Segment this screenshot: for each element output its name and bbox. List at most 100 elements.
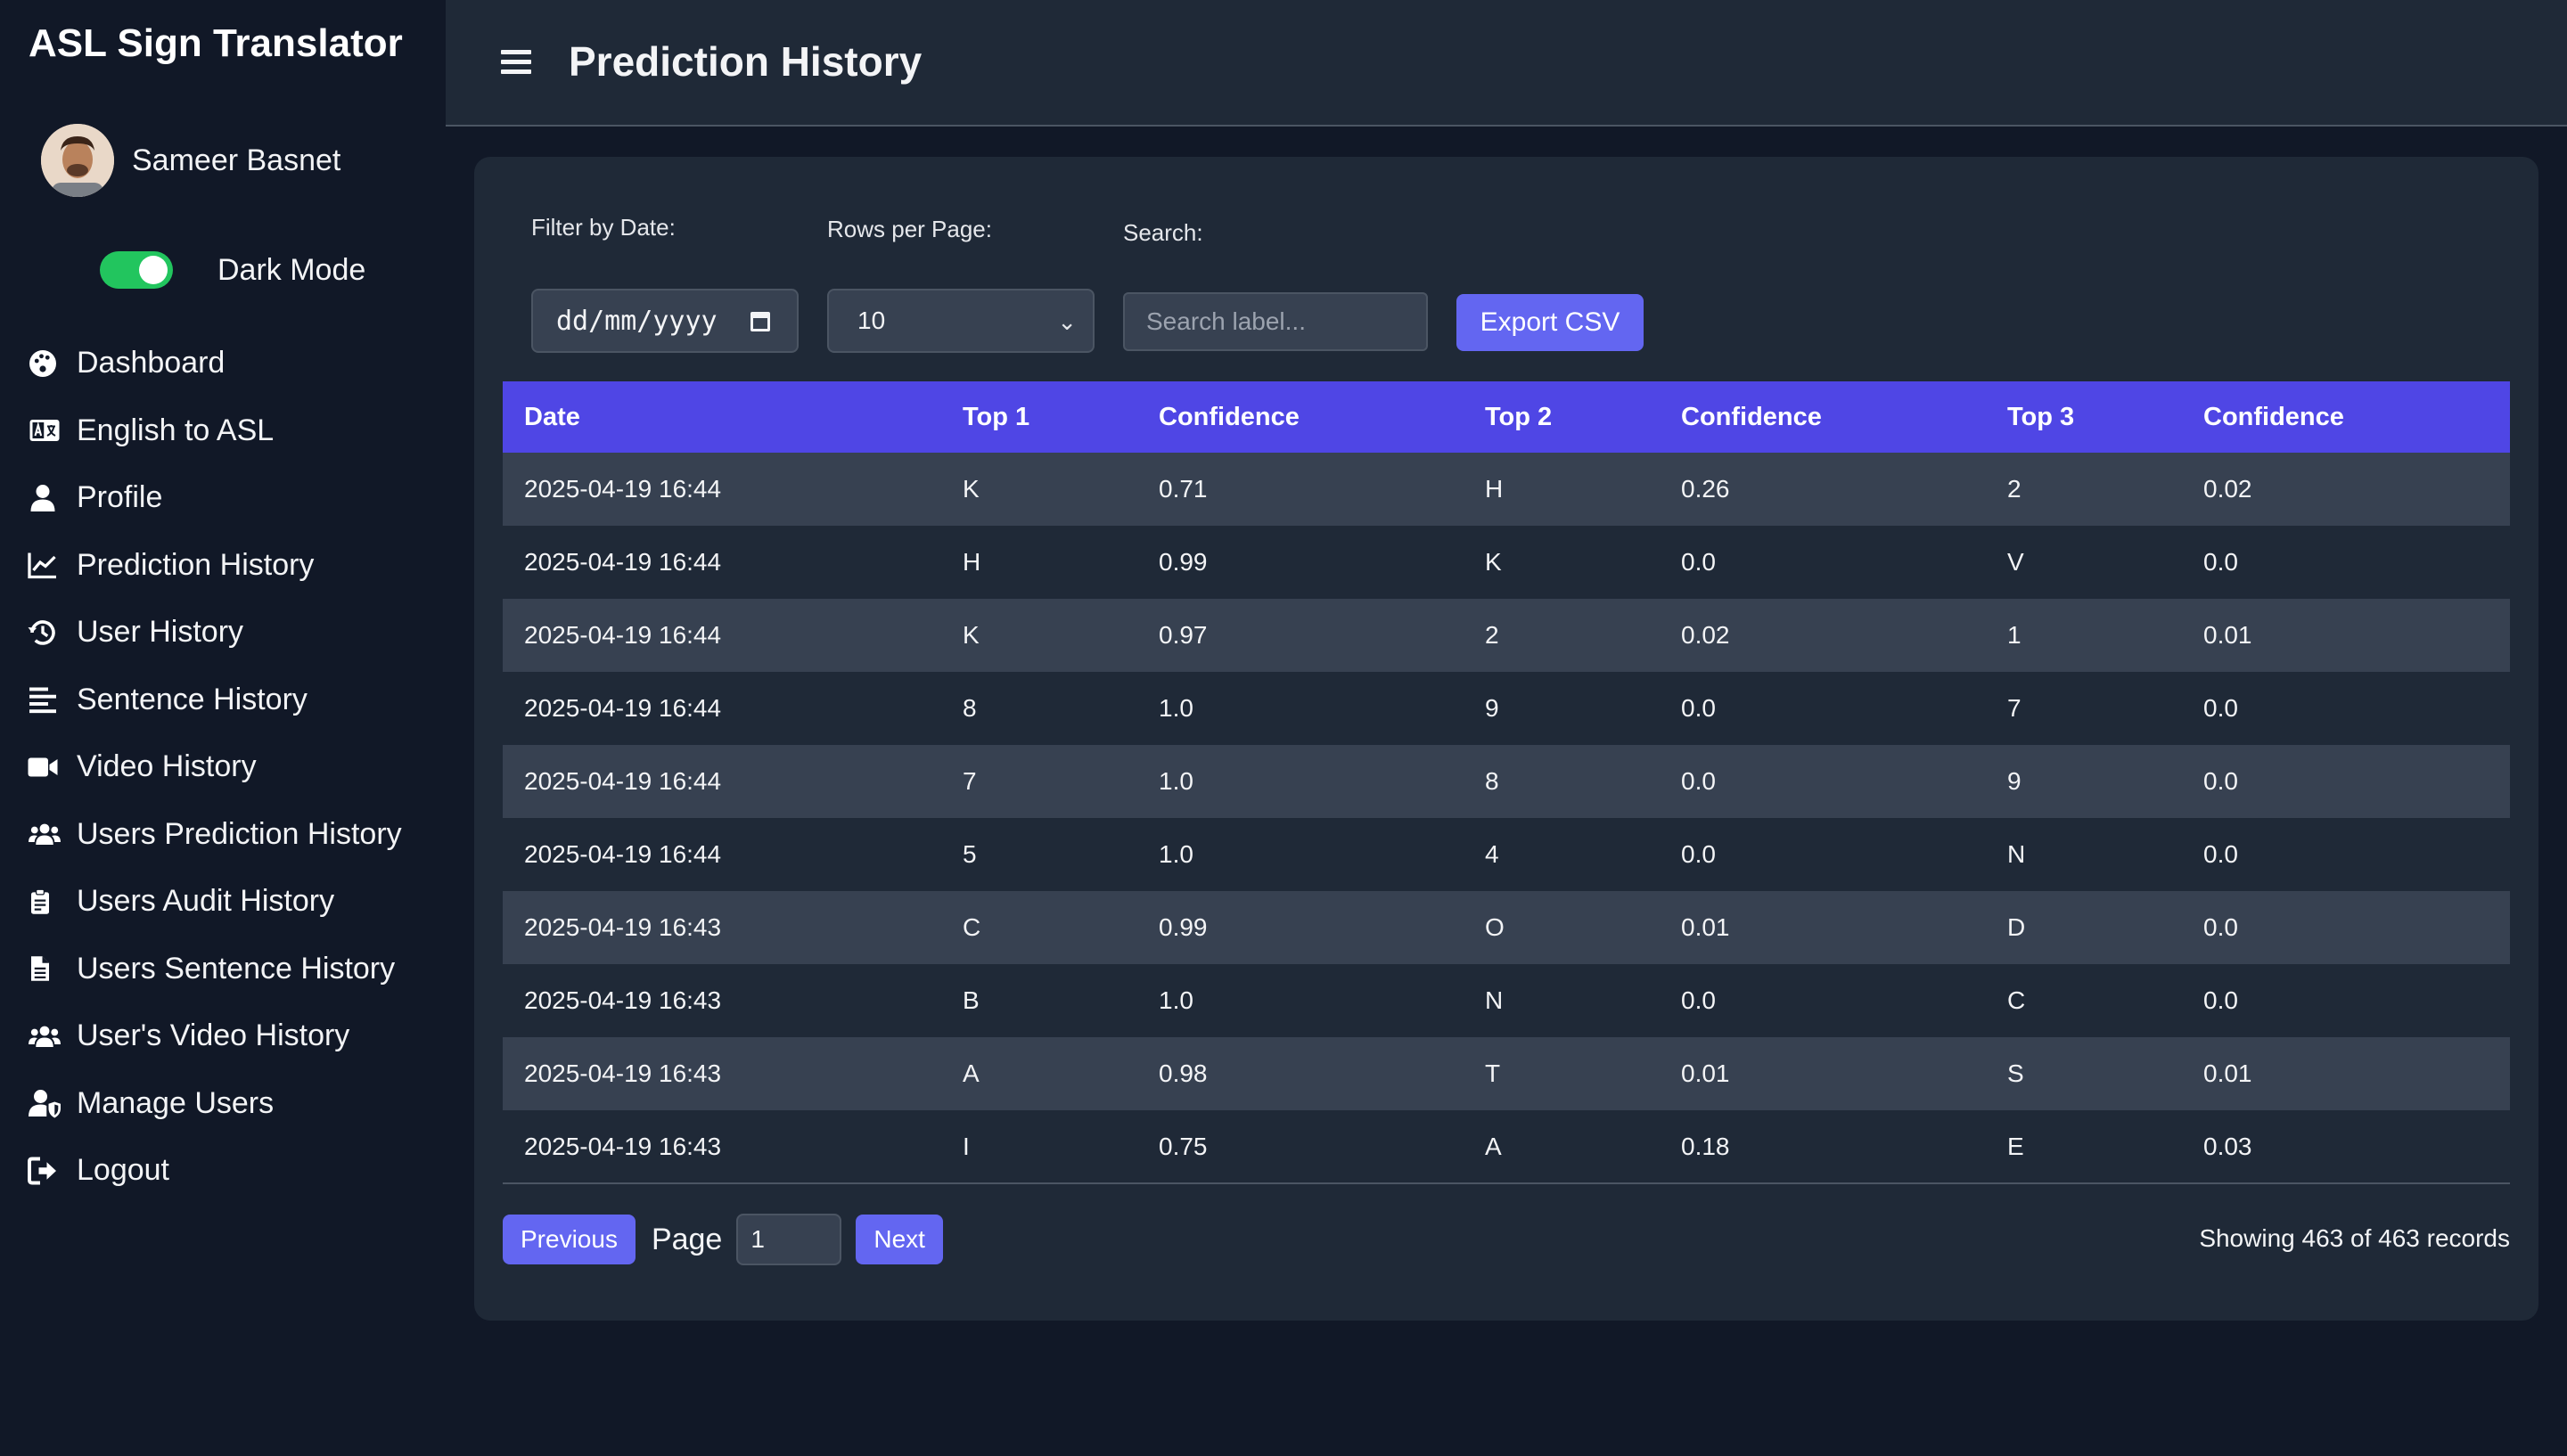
search-label: Search:: [1123, 219, 1203, 246]
sidebar-item-label: Users Prediction History: [77, 816, 402, 851]
dark-mode-toggle[interactable]: [100, 251, 173, 289]
line-chart-icon: [27, 547, 70, 583]
column-header-confidence2[interactable]: Confidence: [1660, 381, 1986, 453]
next-page-button[interactable]: Next: [856, 1215, 943, 1264]
sidebar-item-label: Prediction History: [77, 547, 315, 582]
calendar-icon[interactable]: [750, 312, 770, 331]
table-cell: 2: [1485, 621, 1499, 649]
table-cell: H: [1485, 475, 1504, 503]
app-title: ASL Sign Translator: [29, 21, 403, 65]
hamburger-menu-icon[interactable]: [501, 50, 531, 77]
table-cell: 0.02: [1681, 621, 1730, 649]
column-header-confidence3[interactable]: Confidence: [2182, 381, 2510, 453]
table-cell: 0.0: [1681, 767, 1716, 795]
table-cell: A: [963, 1059, 980, 1087]
table-row[interactable]: 2025-04-19 16:44 K 0.97 2 0.02 1 0.01: [503, 599, 2510, 672]
table-cell: 7: [2007, 694, 2022, 722]
table-cell: C: [2007, 986, 2026, 1014]
table-cell: 8: [1485, 767, 1499, 795]
table-cell: 0.75: [1159, 1132, 1208, 1160]
table-row[interactable]: 2025-04-19 16:43 I 0.75 A 0.18 E 0.03: [503, 1110, 2510, 1183]
sidebar-item-users-prediction-history[interactable]: Users Prediction History: [27, 801, 402, 869]
column-header-confidence1[interactable]: Confidence: [1137, 381, 1464, 453]
sidebar-item-user-history[interactable]: User History: [27, 599, 402, 667]
prediction-table: Date Top 1 Confidence Top 2 Confidence T…: [503, 381, 2510, 1184]
table-cell: 0.0: [2203, 840, 2238, 868]
export-csv-button[interactable]: Export CSV: [1456, 294, 1644, 351]
sidebar-item-logout[interactable]: Logout: [27, 1137, 402, 1205]
table-cell: C: [963, 913, 981, 941]
table-cell: E: [2007, 1132, 2024, 1160]
sidebar-item-users-video-history[interactable]: User's Video History: [27, 1002, 402, 1070]
column-header-date[interactable]: Date: [503, 381, 941, 453]
table-cell: 4: [1485, 840, 1499, 868]
page-label: Page: [651, 1222, 723, 1256]
table-cell: 1: [2007, 621, 2022, 649]
sidebar-item-english-to-asl[interactable]: English to ASL: [27, 397, 402, 465]
table-cell: 2025-04-19 16:44: [524, 840, 722, 868]
table-cell: 2025-04-19 16:43: [524, 913, 722, 941]
prediction-history-card: Filter by Date: Rows per Page: Search: d…: [474, 157, 2538, 1321]
user-icon: [27, 480, 70, 516]
table-header-row: Date Top 1 Confidence Top 2 Confidence T…: [503, 381, 2510, 453]
table-cell: 0.0: [1681, 840, 1716, 868]
table-row[interactable]: 2025-04-19 16:44 8 1.0 9 0.0 7 0.0: [503, 672, 2510, 745]
sidebar-item-label: Manage Users: [77, 1085, 275, 1120]
table-cell: 1.0: [1159, 694, 1193, 722]
table-row[interactable]: 2025-04-19 16:44 7 1.0 8 0.0 9 0.0: [503, 745, 2510, 818]
sidebar-item-video-history[interactable]: Video History: [27, 733, 402, 801]
table-cell: K: [1485, 548, 1502, 576]
chevron-down-icon: ⌄: [1057, 308, 1077, 335]
table-row[interactable]: 2025-04-19 16:43 C 0.99 O 0.01 D 0.0: [503, 891, 2510, 964]
table-cell: 0.01: [2203, 1059, 2252, 1087]
search-input[interactable]: [1123, 292, 1428, 351]
table-cell: K: [963, 475, 980, 503]
table-cell: 1.0: [1159, 767, 1193, 795]
table-cell: 0.18: [1681, 1132, 1730, 1160]
table-row[interactable]: 2025-04-19 16:44 K 0.71 H 0.26 2 0.02: [503, 453, 2510, 526]
column-header-top2[interactable]: Top 2: [1464, 381, 1660, 453]
table-row[interactable]: 2025-04-19 16:43 A 0.98 T 0.01 S 0.01: [503, 1037, 2510, 1110]
table-cell: 0.98: [1159, 1059, 1208, 1087]
sidebar-item-label: User History: [77, 615, 244, 650]
table-row[interactable]: 2025-04-19 16:44 5 1.0 4 0.0 N 0.0: [503, 818, 2510, 891]
table-cell: V: [2007, 548, 2024, 576]
sidebar-item-label: Users Audit History: [77, 884, 335, 919]
users-icon: [27, 1018, 70, 1054]
table-row[interactable]: 2025-04-19 16:43 B 1.0 N 0.0 C 0.0: [503, 964, 2510, 1037]
table-cell: 9: [2007, 767, 2022, 795]
table-cell: H: [963, 548, 981, 576]
sidebar-item-label: User's Video History: [77, 1018, 350, 1053]
dark-mode-label: Dark Mode: [217, 252, 366, 287]
previous-page-button[interactable]: Previous: [503, 1215, 636, 1264]
column-header-top3[interactable]: Top 3: [1986, 381, 2182, 453]
sidebar-item-manage-users[interactable]: Manage Users: [27, 1070, 402, 1138]
sidebar-item-profile[interactable]: Profile: [27, 464, 402, 532]
sidebar-item-sentence-history[interactable]: Sentence History: [27, 667, 402, 734]
table-cell: 0.0: [2203, 767, 2238, 795]
logout-icon: [27, 1153, 70, 1189]
table-cell: 1.0: [1159, 840, 1193, 868]
prediction-table-wrapper: Date Top 1 Confidence Top 2 Confidence T…: [503, 381, 2510, 1184]
table-cell: 0.01: [2203, 621, 2252, 649]
page-number-input[interactable]: [736, 1214, 842, 1265]
table-cell: 0.01: [1681, 1059, 1730, 1087]
table-cell: 2025-04-19 16:44: [524, 475, 722, 503]
table-cell: N: [1485, 986, 1504, 1014]
file-icon: [27, 951, 70, 986]
align-left-icon: [27, 682, 70, 717]
date-filter-label: Filter by Date:: [531, 214, 676, 241]
sidebar-item-label: Dashboard: [77, 346, 226, 380]
sidebar-nav: Dashboard English to ASL Profile Predict…: [27, 330, 402, 1205]
sidebar-item-users-audit-history[interactable]: Users Audit History: [27, 868, 402, 936]
user-name: Sameer Basnet: [132, 143, 341, 177]
sidebar-item-users-sentence-history[interactable]: Users Sentence History: [27, 936, 402, 1003]
sidebar-item-dashboard[interactable]: Dashboard: [27, 330, 402, 397]
sidebar-item-prediction-history[interactable]: Prediction History: [27, 532, 402, 600]
table-cell: 2025-04-19 16:43: [524, 1059, 722, 1087]
palette-icon: [27, 346, 70, 381]
table-row[interactable]: 2025-04-19 16:44 H 0.99 K 0.0 V 0.0: [503, 526, 2510, 599]
date-filter-input[interactable]: dd/mm/yyyy: [531, 289, 799, 353]
column-header-top1[interactable]: Top 1: [941, 381, 1137, 453]
rows-per-page-select[interactable]: 10 ⌄: [827, 289, 1095, 353]
